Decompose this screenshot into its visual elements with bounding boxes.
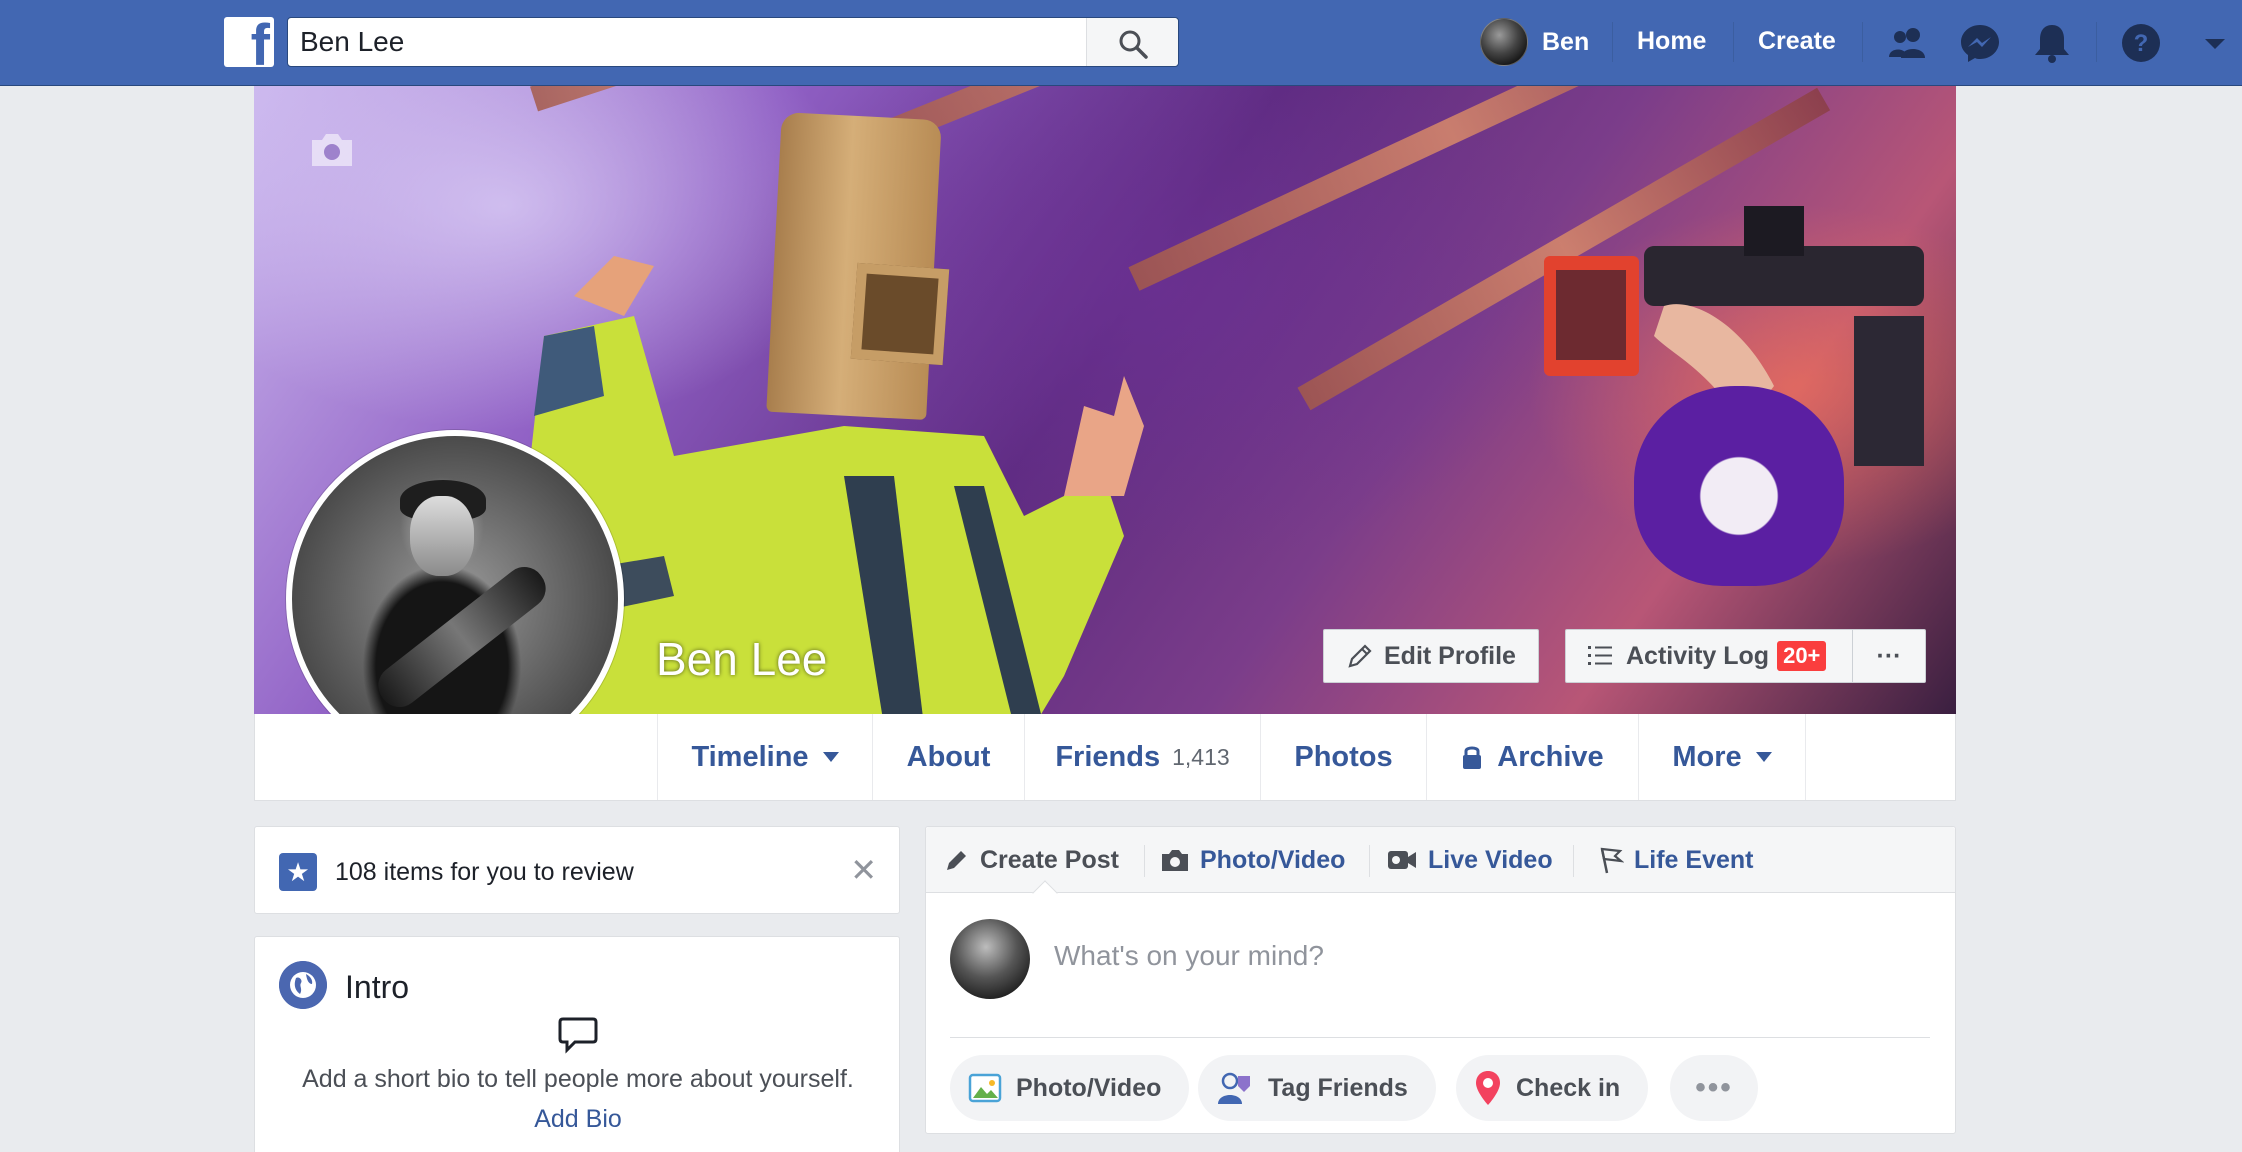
tab-friends[interactable]: Friends 1,413 xyxy=(1024,714,1260,800)
tab-friends-label: Friends xyxy=(1055,740,1161,773)
review-items-card[interactable]: ★ 108 items for you to review ✕ xyxy=(254,826,900,914)
create-post-tab[interactable]: Create Post xyxy=(944,827,1119,893)
profile-picture-art xyxy=(370,558,554,716)
camera-icon xyxy=(1162,850,1188,871)
tab-photos-label: Photos xyxy=(1294,740,1393,773)
composer-header: Create Post Photo/Video Live Video Life … xyxy=(926,827,1955,893)
friends-count: 1,413 xyxy=(1172,743,1230,770)
tag-friends-pill-label: Tag Friends xyxy=(1268,1073,1408,1102)
flag-icon xyxy=(1600,847,1624,874)
list-icon xyxy=(1588,646,1612,665)
pencil-icon xyxy=(1348,644,1372,668)
edit-profile-label: Edit Profile xyxy=(1384,641,1516,670)
nav-divider xyxy=(1733,22,1734,62)
cover-art xyxy=(529,86,919,112)
life-event-label: Life Event xyxy=(1634,845,1754,874)
update-cover-camera-icon[interactable] xyxy=(308,130,356,170)
profile-picture-art xyxy=(410,496,474,576)
chevron-down-icon xyxy=(1755,752,1772,762)
more-dots-icon: ••• xyxy=(1695,1071,1733,1104)
activity-log-label: Activity Log xyxy=(1626,641,1770,670)
photo-video-tab[interactable]: Photo/Video xyxy=(1160,827,1345,893)
globe-icon xyxy=(279,961,327,1009)
photo-video-label: Photo/Video xyxy=(1200,845,1346,874)
composer-divider xyxy=(1369,845,1370,877)
account-menu-icon[interactable] xyxy=(2192,20,2238,66)
star-icon: ★ xyxy=(279,853,317,891)
edit-profile-button[interactable]: Edit Profile xyxy=(1323,629,1539,683)
lock-icon xyxy=(1463,746,1482,769)
photo-icon xyxy=(968,1073,1002,1103)
tab-timeline-label: Timeline xyxy=(691,740,809,773)
help-icon[interactable]: ? xyxy=(2118,20,2164,66)
top-navigation-bar: f Ben Home Create xyxy=(0,0,2242,86)
nav-divider xyxy=(1862,22,1863,62)
search-button[interactable] xyxy=(1086,18,1178,66)
tab-archive-label: Archive xyxy=(1497,740,1604,773)
video-camera-icon xyxy=(1388,851,1416,869)
cover-art xyxy=(869,86,1454,152)
avatar xyxy=(950,919,1030,999)
speech-bubble-icon xyxy=(558,1017,598,1054)
photo-video-pill-label: Photo/Video xyxy=(1016,1073,1162,1102)
activity-badge: 20+ xyxy=(1777,641,1827,671)
search-box xyxy=(287,17,1179,67)
search-input[interactable] xyxy=(300,18,1080,66)
avatar xyxy=(1480,18,1528,66)
more-dots-icon: ··· xyxy=(1876,641,1902,670)
intro-title: Intro xyxy=(345,969,410,1005)
cover-box-nose xyxy=(850,262,950,366)
activity-log-button[interactable]: Activity Log 20+ xyxy=(1565,629,1853,683)
life-event-tab[interactable]: Life Event xyxy=(1598,827,1753,893)
post-composer: Create Post Photo/Video Live Video Life … xyxy=(925,826,1956,1134)
composer-divider xyxy=(1144,845,1145,877)
nav-divider xyxy=(2096,22,2097,62)
tab-about-label: About xyxy=(906,740,991,773)
composer-divider xyxy=(1573,845,1574,877)
nav-user-name: Ben xyxy=(1542,27,1590,56)
timeline-nav: Timeline About Friends 1,413 Photos Archi… xyxy=(254,714,1956,801)
status-input[interactable] xyxy=(1054,931,1914,981)
svg-text:?: ? xyxy=(2134,30,2149,57)
pencil-icon xyxy=(947,851,966,870)
live-video-tab[interactable]: Live Video xyxy=(1386,827,1553,893)
tab-about[interactable]: About xyxy=(872,714,1024,800)
tag-friends-button[interactable]: Tag Friends xyxy=(1198,1055,1436,1121)
intro-card: Intro Add a short bio to tell people mor… xyxy=(254,936,900,1152)
review-items-text: 108 items for you to review xyxy=(335,858,634,886)
tag-friends-icon xyxy=(1218,1072,1250,1104)
search-icon xyxy=(1119,30,1148,59)
intro-description: Add a short bio to tell people more abou… xyxy=(302,1065,854,1093)
tab-timeline[interactable]: Timeline xyxy=(657,714,872,800)
more-options-button[interactable]: ••• xyxy=(1670,1055,1758,1121)
messenger-icon[interactable] xyxy=(1957,20,2003,66)
profile-more-button[interactable]: ··· xyxy=(1852,629,1926,683)
create-post-label: Create Post xyxy=(980,845,1119,874)
chevron-down-icon xyxy=(822,752,839,762)
tab-more-label: More xyxy=(1672,740,1742,773)
composer-divider xyxy=(950,1037,1930,1038)
photo-video-button[interactable]: Photo/Video xyxy=(950,1055,1190,1121)
tab-more[interactable]: More xyxy=(1638,714,1806,800)
location-pin-icon xyxy=(1476,1071,1500,1105)
tab-archive[interactable]: Archive xyxy=(1426,714,1638,800)
check-in-pill-label: Check in xyxy=(1516,1073,1621,1102)
check-in-button[interactable]: Check in xyxy=(1456,1055,1649,1121)
friend-requests-icon[interactable] xyxy=(1885,20,1931,66)
notifications-icon[interactable] xyxy=(2029,20,2075,66)
nav-profile-link[interactable]: Ben xyxy=(1480,17,1589,67)
nav-divider xyxy=(1612,22,1613,62)
cover-luchador-mask xyxy=(1634,386,1844,586)
add-bio-link[interactable]: Add Bio xyxy=(255,1105,901,1134)
close-icon[interactable]: ✕ xyxy=(850,851,877,889)
nav-home-link[interactable]: Home xyxy=(1637,27,1706,56)
profile-name[interactable]: Ben Lee xyxy=(656,632,827,686)
nav-create-link[interactable]: Create xyxy=(1758,27,1836,56)
facebook-logo-icon[interactable]: f xyxy=(224,17,274,67)
tab-photos[interactable]: Photos xyxy=(1260,714,1426,800)
live-video-label: Live Video xyxy=(1428,845,1553,874)
